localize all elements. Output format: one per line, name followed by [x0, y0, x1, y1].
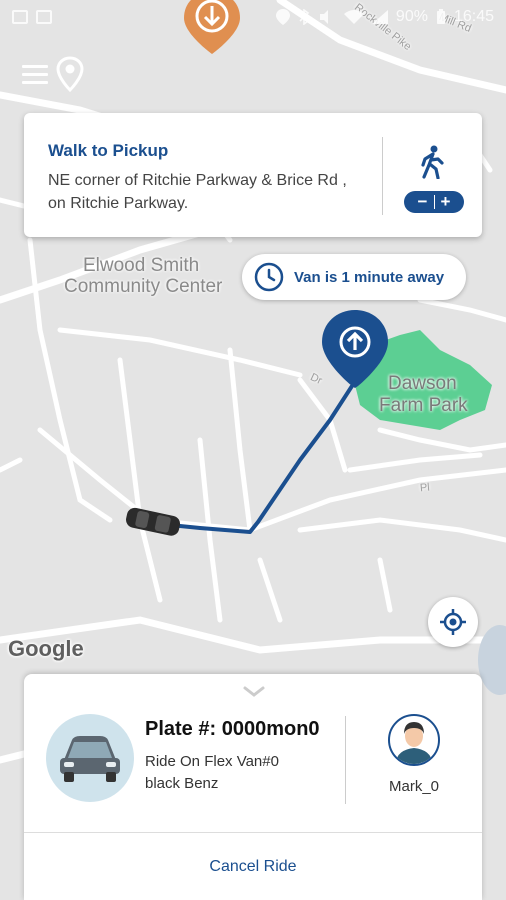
driver-name: Mark_0: [388, 778, 440, 795]
plate-number: Plate #: 0000mon0: [145, 718, 320, 740]
map-label-community-center-2: Community Center: [64, 276, 223, 297]
ride-details-sheet: Plate #: 0000mon0 Ride On Flex Van#0 bla…: [24, 674, 482, 900]
walk-to-pickup-card: Walk to Pickup NE corner of Ritchie Park…: [24, 113, 482, 237]
walk-zoom-control[interactable]: − +: [404, 191, 464, 213]
van-eta-pill: Van is 1 minute away: [242, 254, 466, 300]
map-label-community-center-1: Elwood Smith: [83, 255, 200, 276]
chevron-down-icon[interactable]: [243, 686, 265, 698]
image-icon: [36, 10, 52, 24]
vehicle-avatar: [46, 714, 134, 802]
gallery-icon: [12, 10, 28, 24]
mute-icon: [319, 10, 328, 24]
map-label-pl: Pl: [419, 481, 431, 495]
location-icon: [275, 9, 290, 25]
map-label-park-1: Dawson: [388, 373, 457, 394]
vehicle-description: black Benz: [145, 775, 219, 792]
battery-percent: 90%: [395, 8, 428, 25]
battery-icon: [436, 9, 445, 24]
clock-icon: [254, 262, 284, 292]
map-label-park-2: Farm Park: [379, 395, 468, 416]
car-icon: [126, 507, 181, 536]
walk-title: Walk to Pickup: [48, 141, 169, 160]
signal-icon: [371, 10, 388, 24]
cancel-ride-button[interactable]: Cancel Ride: [24, 834, 482, 900]
pickup-pin[interactable]: [322, 310, 388, 397]
walking-person-icon: [421, 145, 444, 179]
menu-icon: [22, 65, 48, 84]
menu-button[interactable]: [22, 56, 84, 92]
pickup-address: NE corner of Ritchie Parkway & Brice Rd …: [48, 172, 347, 212]
location-pin-icon: [56, 56, 84, 92]
my-location-button[interactable]: [428, 597, 478, 647]
route-line: [168, 384, 354, 534]
actions-divider: [24, 832, 482, 833]
zoom-in-button[interactable]: +: [435, 192, 457, 212]
van-marker[interactable]: [122, 505, 186, 544]
zoom-out-button[interactable]: −: [412, 192, 434, 212]
vehicle-name: Ride On Flex Van#0: [145, 753, 279, 770]
van-eta-text: Van is 1 minute away: [294, 268, 445, 286]
van-icon: [60, 736, 120, 782]
wifi-icon: [343, 10, 364, 24]
pickup-pin-icon: [322, 310, 388, 388]
driver-avatar: [388, 714, 440, 766]
card-divider: [382, 137, 383, 215]
google-logo: Google: [8, 636, 84, 661]
bluetooth-icon: [299, 9, 310, 25]
driver-avatar-icon: [396, 722, 432, 764]
my-location-icon: [440, 609, 466, 635]
clock-time: 16:45: [453, 8, 494, 25]
status-bar: 90% 16:45: [0, 0, 506, 34]
